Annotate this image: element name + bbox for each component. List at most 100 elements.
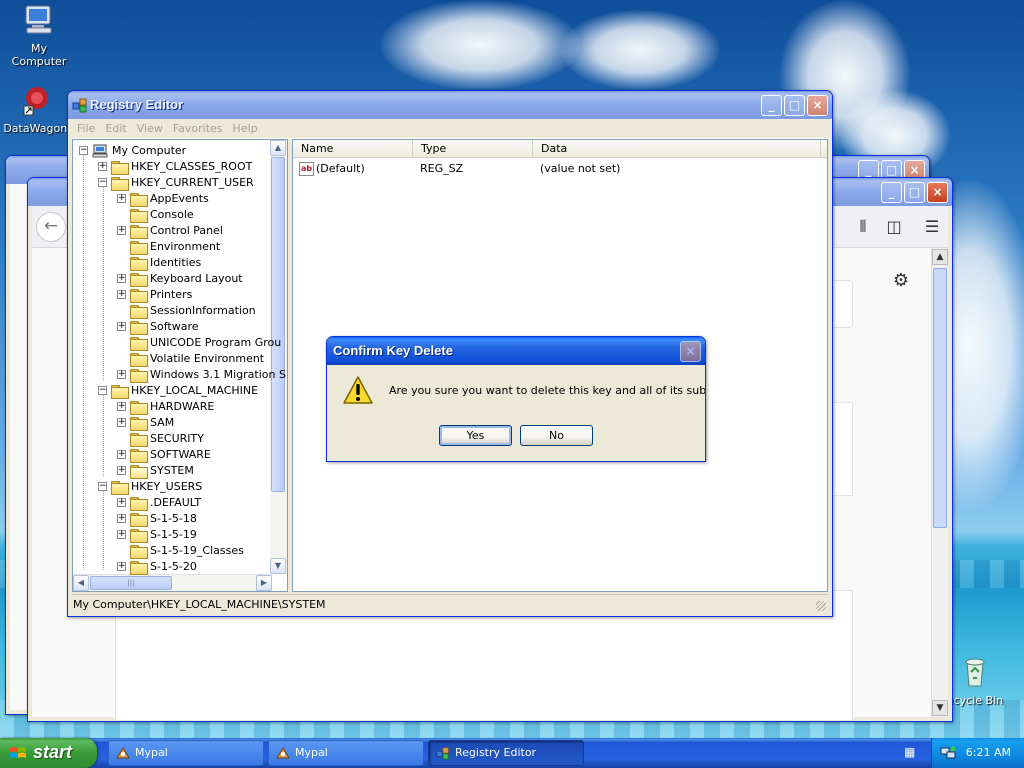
close-button[interactable]: × (927, 182, 948, 203)
expand-icon[interactable]: + (117, 530, 126, 539)
maximize-button[interactable]: □ (784, 95, 805, 116)
scroll-thumb[interactable]: ||| (90, 576, 172, 590)
maximize-button[interactable]: □ (904, 182, 925, 203)
expand-icon[interactable]: + (117, 562, 126, 571)
folder-icon (130, 193, 148, 207)
resize-grip-icon[interactable] (816, 601, 826, 611)
windows-flag-icon (10, 747, 26, 758)
folder-icon (130, 545, 148, 559)
scroll-thumb[interactable] (933, 268, 947, 528)
tree-item-label: Software (150, 320, 199, 333)
status-path: My Computer\HKEY_LOCAL_MACHINE\SYSTEM (73, 598, 326, 611)
taskbar-item-registry-editor[interactable]: Registry Editor (428, 740, 584, 766)
start-button[interactable]: start (0, 738, 97, 768)
value-name: (Default) (316, 162, 365, 175)
page-scrollbar[interactable]: ▲ ▼ (931, 248, 948, 717)
value-data: (value not set) (540, 162, 621, 175)
expand-icon[interactable]: + (98, 162, 107, 171)
folder-icon (130, 497, 148, 511)
content-card (832, 402, 853, 496)
clock: 6:21 AM (965, 746, 1011, 759)
expand-icon[interactable]: + (117, 466, 126, 475)
close-button[interactable]: × (807, 95, 828, 116)
folder-icon (111, 385, 129, 399)
minimize-button[interactable]: _ (761, 95, 782, 116)
expand-icon[interactable]: + (117, 498, 126, 507)
expand-icon[interactable]: + (117, 370, 126, 379)
taskbar-item-mypal-2[interactable]: Mypal (268, 740, 424, 766)
folder-icon (111, 481, 129, 495)
column-header-name[interactable]: Name (293, 140, 413, 158)
tree-item[interactable]: + HKEY_CLASSES_ROOT (73, 159, 273, 175)
tree-item-label: Console (150, 208, 194, 221)
expand-icon[interactable]: + (117, 290, 126, 299)
column-header-data[interactable]: Data (533, 140, 821, 158)
scroll-left-arrow-icon[interactable]: ◀ (73, 575, 89, 591)
list-item[interactable]: ab (Default) REG_SZ (value not set) (293, 161, 827, 177)
folder-icon (130, 337, 148, 351)
expand-icon[interactable]: + (117, 418, 126, 427)
expand-icon[interactable]: + (117, 274, 126, 283)
recycle-bin-icon (965, 658, 985, 687)
tree-item-label: Keyboard Layout (150, 272, 243, 285)
menu-icon[interactable]: ☰ (922, 218, 942, 236)
desktop-icon-my-computer[interactable]: My Computer (2, 4, 76, 68)
tree-item-label: SYSTEM (150, 464, 194, 477)
taskbar-item-label: Registry Editor (455, 746, 537, 759)
no-button[interactable]: No (520, 425, 593, 446)
gear-icon[interactable]: ⚙ (890, 270, 912, 292)
expand-icon[interactable]: + (117, 450, 126, 459)
minimize-button[interactable]: _ (881, 182, 902, 203)
cloud (560, 10, 720, 90)
title-bar[interactable]: Confirm Key Delete (327, 337, 705, 365)
tree-item-label: AppEvents (150, 192, 209, 205)
mypal-icon (116, 747, 130, 759)
dialog-message: Are you sure you want to delete this key… (389, 384, 706, 397)
yes-button[interactable]: Yes (439, 425, 512, 446)
scroll-thumb[interactable] (271, 157, 285, 492)
taskbar-item-mypal-1[interactable]: Mypal (108, 740, 264, 766)
expand-icon[interactable]: + (117, 322, 126, 331)
tree-item-label: Volatile Environment (150, 352, 265, 365)
registry-tree[interactable]: ▲ ▼ ◀ ||| ▶ − My Computer + HKEY_CLASSES_RO… (72, 139, 288, 592)
folder-icon (130, 305, 148, 319)
title-bar[interactable]: Registry Editor (68, 91, 832, 119)
network-icon[interactable] (940, 745, 956, 761)
tree-item-label: Environment (150, 240, 221, 253)
folder-icon (130, 401, 148, 415)
menu-view[interactable]: View (132, 119, 168, 135)
tree-item-label: My Computer (112, 144, 187, 157)
menu-help[interactable]: Help (228, 119, 263, 135)
back-arrow-icon[interactable]: ← (36, 212, 66, 242)
scroll-right-arrow-icon[interactable]: ▶ (256, 575, 272, 591)
tree-item-label: .DEFAULT (150, 496, 202, 509)
expand-icon[interactable]: + (117, 226, 126, 235)
sidebar-icon[interactable]: ◫ (884, 218, 904, 236)
dialog-body: Are you sure you want to delete this key… (330, 365, 705, 458)
scroll-up-arrow-icon[interactable]: ▲ (932, 249, 948, 265)
confirm-key-delete-dialog[interactable]: Confirm Key Delete × Are you sure you wa… (326, 336, 706, 462)
folder-icon (130, 353, 148, 367)
menu-file[interactable]: File (72, 119, 100, 135)
folder-open-icon (130, 465, 148, 479)
column-header-type[interactable]: Type (413, 140, 533, 158)
expand-icon[interactable]: + (117, 402, 126, 411)
close-button: × (680, 341, 701, 362)
menu-favorites[interactable]: Favorites (168, 119, 228, 135)
menu-edit[interactable]: Edit (100, 119, 131, 135)
scroll-down-arrow-icon[interactable]: ▼ (932, 700, 948, 716)
cloud (380, 0, 580, 90)
tree-connector (103, 186, 104, 380)
keyboard-icon[interactable]: ▦ (904, 746, 920, 758)
desktop-icon-datawagon[interactable]: DataWagon. (0, 84, 74, 135)
regedit-icon (72, 98, 87, 113)
tree-item[interactable]: − My Computer (73, 143, 273, 159)
expand-icon[interactable]: + (117, 194, 126, 203)
tree-horizontal-scrollbar[interactable]: ◀ ||| ▶ (73, 574, 272, 591)
tree-item-label: S-1-5-19_Classes (150, 544, 244, 557)
expand-icon[interactable]: + (117, 514, 126, 523)
tree-item-label: S-1-5-19 (150, 528, 197, 541)
value-type: REG_SZ (420, 162, 464, 175)
tree-item-label: SECURITY (150, 432, 204, 445)
library-icon[interactable]: ⫴ (853, 218, 873, 236)
